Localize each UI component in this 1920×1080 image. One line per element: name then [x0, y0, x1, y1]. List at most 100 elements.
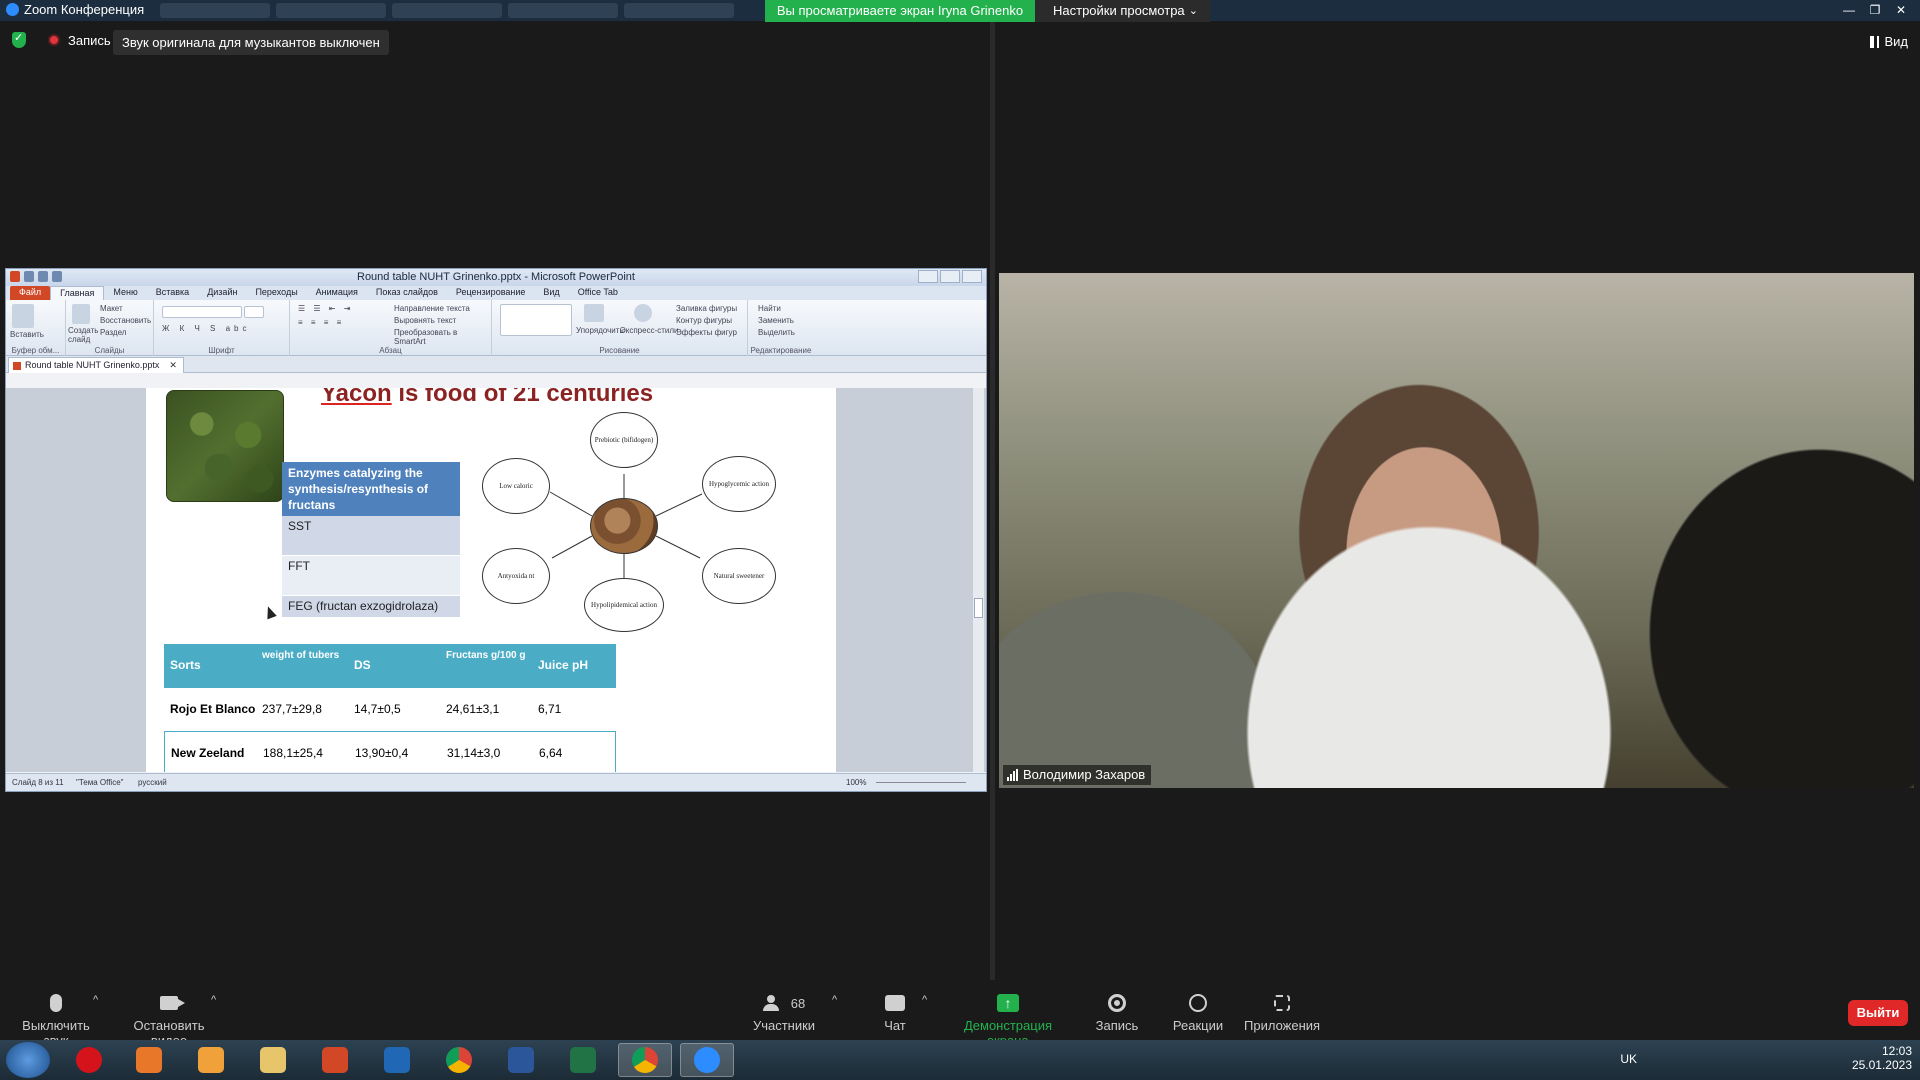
yacon-plant-photo: [166, 390, 284, 502]
tab-review[interactable]: Рецензирование: [447, 286, 535, 300]
text-direction-button[interactable]: Направление текста: [394, 304, 470, 313]
leave-button[interactable]: Выйти: [1848, 1000, 1908, 1026]
tab-insert[interactable]: Вставка: [147, 286, 198, 300]
minimize-icon[interactable]: —: [1836, 1, 1862, 19]
participant-name-tag: Володимир Захаров: [1003, 765, 1152, 785]
zoom-taskbar-icon[interactable]: [680, 1043, 734, 1077]
powerpoint-icon[interactable]: [308, 1043, 362, 1077]
chrome-active-icon[interactable]: [618, 1043, 672, 1077]
font-style-buttons[interactable]: Ж К Ч S abc: [162, 324, 251, 333]
shape-outline-button[interactable]: Контур фигуры: [676, 316, 732, 325]
participants-icon: [762, 995, 785, 1011]
new-slide-icon[interactable]: [72, 304, 90, 324]
ppt-window-controls: [918, 270, 982, 283]
select-button[interactable]: Выделить: [758, 328, 795, 337]
slide-title-yacon: Yacon: [321, 388, 392, 407]
shape-effects-button[interactable]: Эффекты фигур: [676, 328, 737, 337]
app-launcher-icon[interactable]: [184, 1043, 238, 1077]
shapes-gallery[interactable]: [500, 304, 572, 336]
scrollbar-thumb[interactable]: [974, 598, 983, 618]
slide-canvas[interactable]: Yacon is food of 21 centuries Enzymes ca…: [146, 388, 836, 772]
window-controls: — ❐ ✕: [1836, 1, 1914, 19]
view-button[interactable]: Вид: [1870, 34, 1908, 49]
enzymes-table: Enzymes catalyzing the synthesis/resynth…: [282, 462, 460, 618]
clock-date: 25.01.2023: [1851, 1058, 1912, 1072]
group-label-slides: Слайды: [94, 346, 125, 355]
office-tab-row: Round table NUHT Grinenko.pptx ✕: [6, 356, 986, 373]
smartart-button[interactable]: Преобразовать в SmartArt: [394, 328, 491, 346]
arrange-icon[interactable]: [584, 304, 604, 322]
cell-ph: 6,71: [538, 702, 562, 716]
tab-file[interactable]: Файл: [10, 286, 51, 300]
paste-icon[interactable]: [12, 304, 34, 328]
view-options-button[interactable]: Настройки просмотра ⌄: [1035, 0, 1210, 22]
chat-caret-icon[interactable]: ^: [922, 994, 927, 1006]
tab-design[interactable]: Дизайн: [198, 286, 246, 300]
slide-scrollbar[interactable]: [972, 388, 984, 772]
font-size-input[interactable]: [244, 306, 264, 318]
participants-caret-icon[interactable]: ^: [832, 994, 837, 1006]
redo-icon: [52, 271, 62, 282]
reset-button[interactable]: Восстановить: [100, 316, 151, 325]
chat-button[interactable]: Чат: [870, 990, 920, 1033]
record-button[interactable]: Запись: [1090, 990, 1144, 1033]
participants-button[interactable]: 68 Участники: [752, 990, 816, 1033]
align-buttons[interactable]: ≡ ≡ ≡ ≡: [298, 318, 344, 327]
media-player-icon[interactable]: [122, 1043, 176, 1077]
tab-view[interactable]: Вид: [534, 286, 568, 300]
list-buttons[interactable]: ☰ ☰ ⇤ ⇥: [298, 304, 353, 313]
apps-button[interactable]: Приложения: [1244, 990, 1320, 1033]
tab-home[interactable]: Главная: [50, 286, 105, 300]
layout-button[interactable]: Макет: [100, 304, 123, 313]
shield-icon[interactable]: [12, 31, 26, 48]
oval-low-caloric: Low caloric: [482, 458, 550, 514]
tab-slideshow[interactable]: Показ слайдов: [367, 286, 447, 300]
word-icon[interactable]: [494, 1043, 548, 1077]
close-icon[interactable]: ✕: [1888, 1, 1914, 19]
align-text-button[interactable]: Выровнять текст: [394, 316, 456, 325]
font-name-input[interactable]: [162, 306, 242, 318]
chrome-icon[interactable]: [432, 1043, 486, 1077]
tab-animation[interactable]: Анимация: [307, 286, 367, 300]
tab-menu[interactable]: Меню: [104, 286, 146, 300]
tab-transitions[interactable]: Переходы: [246, 286, 306, 300]
zoom-slider[interactable]: [876, 782, 966, 783]
panel-divider[interactable]: [990, 22, 995, 1040]
cell-fructans: 31,14±3,0: [447, 746, 501, 760]
maximize-icon[interactable]: ❐: [1862, 1, 1888, 19]
recording-label: Запись: [68, 32, 111, 48]
participant-video[interactable]: Володимир Захаров: [999, 273, 1914, 788]
video-options-caret-icon[interactable]: ^: [211, 994, 216, 1006]
opera-icon[interactable]: [62, 1043, 116, 1077]
find-button[interactable]: Найти: [758, 304, 781, 313]
group-label-clipboard: Буфер обм...: [11, 346, 60, 355]
zoom-level[interactable]: 100%: [846, 778, 866, 787]
audio-options-caret-icon[interactable]: ^: [93, 994, 98, 1006]
file-explorer-icon[interactable]: [246, 1043, 300, 1077]
oval-hypolipidemical: Hypolipidemical action: [584, 578, 664, 632]
original-sound-status[interactable]: Звук оригинала для музыкантов выключен: [113, 30, 389, 55]
grid-view-icon: [1870, 35, 1880, 48]
arrange-label[interactable]: Упорядочить: [576, 326, 624, 335]
input-language[interactable]: UK: [1620, 1052, 1637, 1066]
excel-icon[interactable]: [556, 1043, 610, 1077]
oval-natural-sweetener: Natural sweetener: [702, 548, 776, 604]
close-tab-icon[interactable]: ✕: [169, 360, 177, 370]
document-tab[interactable]: Round table NUHT Grinenko.pptx ✕: [8, 357, 184, 373]
arrow-hypoglycemic: [655, 493, 703, 517]
reactions-button[interactable]: Реакции: [1170, 990, 1226, 1033]
section-button[interactable]: Раздел: [100, 328, 126, 337]
paste-label[interactable]: Вставить: [10, 330, 44, 339]
participants-label: Участники: [752, 1018, 816, 1033]
new-slide-label[interactable]: Создать слайд: [68, 326, 98, 344]
quick-styles-label[interactable]: Экспресс-стили: [620, 326, 679, 335]
shape-fill-button[interactable]: Заливка фигуры: [676, 304, 737, 313]
quick-styles-icon[interactable]: [634, 304, 652, 322]
onedrive-icon[interactable]: [370, 1043, 424, 1077]
replace-button[interactable]: Заменить: [758, 316, 794, 325]
cell-ph: 6,64: [539, 746, 563, 760]
tab-office-tab[interactable]: Office Tab: [569, 286, 627, 300]
group-editing: Найти Заменить Выделить Редактирование: [748, 300, 814, 356]
quick-access-toolbar: [10, 271, 62, 282]
start-button-icon[interactable]: [6, 1042, 50, 1078]
